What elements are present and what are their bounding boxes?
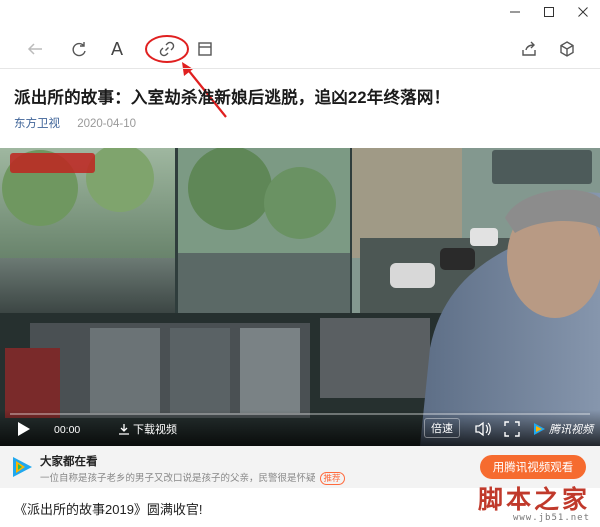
download-label: 下载视频 (133, 424, 177, 436)
recommendation-title: 大家都在看 (40, 456, 98, 468)
link-icon[interactable] (154, 36, 180, 62)
font-size-icon[interactable]: A (104, 36, 130, 62)
video-progress-bar[interactable] (10, 413, 590, 415)
watermark-main: 脚本之家 (477, 485, 590, 514)
window-controls (498, 0, 600, 24)
window-icon[interactable] (192, 36, 218, 62)
tencent-video-logo-icon (13, 457, 32, 477)
maximize-icon[interactable] (532, 0, 566, 24)
toolbar: A (0, 32, 600, 66)
recommendation-badge: 推荐 (319, 472, 345, 485)
article-title: 派出所的故事：入室劫杀准新娘后逃脱，追凶22年终落网！ (14, 89, 451, 107)
tencent-video-brand[interactable]: 腾讯视频 (532, 421, 593, 437)
close-icon[interactable] (566, 0, 600, 24)
watermark: 脚本之家 www.jb51.net (477, 485, 590, 524)
article-meta: 东方卫视 2020-04-10 (14, 115, 136, 131)
video-player[interactable]: 00:00 下载视频 倍速 腾讯视频 (0, 148, 600, 446)
download-icon (119, 424, 129, 435)
open-in-tencent-video-button[interactable]: 用腾讯视频观看 (480, 455, 586, 479)
recommendation-description-text: 一位自称是孩子老乡的男子又改口说是孩子的父亲，民警很是怀疑 (40, 473, 316, 484)
play-icon[interactable] (14, 420, 32, 438)
video-controls: 00:00 下载视频 倍速 腾讯视频 (0, 410, 600, 446)
article-paragraph: 《派出所的故事2019》圆满收官! (14, 502, 203, 517)
fullscreen-icon[interactable] (504, 421, 520, 437)
recommendation-description: 一位自称是孩子老乡的男子又改口说是孩子的父亲，民警很是怀疑 推荐 (40, 470, 345, 485)
toolbar-divider (0, 68, 600, 69)
minimize-icon[interactable] (498, 0, 532, 24)
download-video-button[interactable]: 下载视频 (118, 421, 177, 437)
cube-icon[interactable] (554, 36, 580, 62)
volume-icon[interactable] (474, 421, 492, 437)
tencent-video-logo-icon (534, 423, 545, 435)
watermark-url: www.jb51.net (512, 513, 590, 523)
refresh-icon[interactable] (66, 36, 92, 62)
video-frame (0, 148, 600, 446)
article-source[interactable]: 东方卫视 (14, 118, 60, 130)
playback-speed-button[interactable]: 倍速 (424, 418, 460, 438)
video-time: 00:00 (54, 424, 81, 436)
tencent-video-label: 腾讯视频 (549, 424, 593, 436)
back-arrow-icon[interactable] (22, 36, 48, 62)
recommendation-bar[interactable]: 大家都在看 一位自称是孩子老乡的男子又改口说是孩子的父亲，民警很是怀疑 推荐 用腾… (0, 446, 600, 488)
share-icon[interactable] (516, 36, 542, 62)
article-date: 2020-04-10 (77, 118, 137, 130)
